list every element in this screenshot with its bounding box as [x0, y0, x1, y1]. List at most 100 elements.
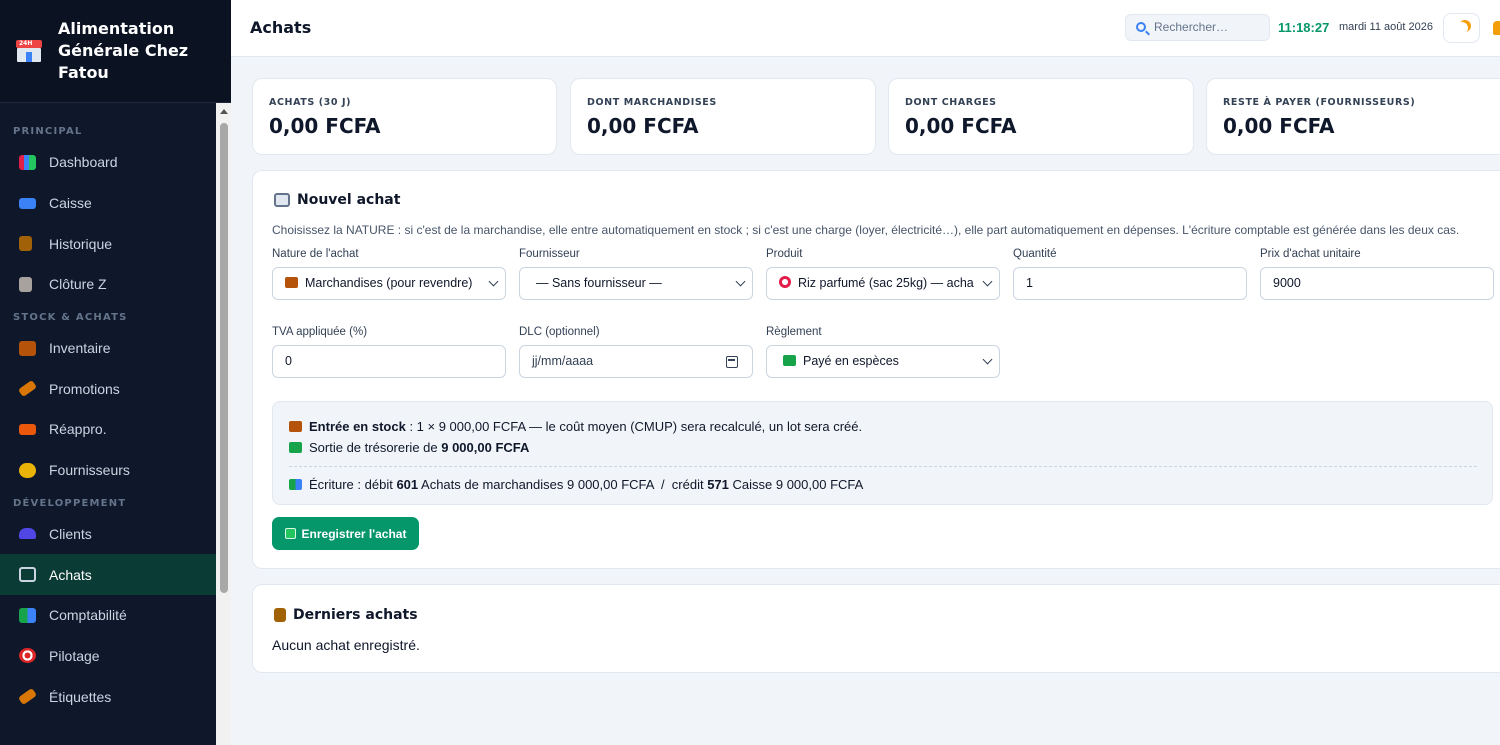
sidebar-item-fournisseurs[interactable]: Fournisseurs: [0, 450, 216, 491]
cart-icon: [19, 567, 36, 583]
stat-value: 0,00 FCFA: [905, 114, 1017, 138]
search-placeholder: Rechercher…: [1154, 20, 1229, 34]
books-icon: [19, 607, 36, 623]
sidebar: 24H Alimentation Générale Chez Fatou PRI…: [0, 0, 231, 745]
books-icon: [289, 479, 302, 490]
chevron-down-icon: [982, 276, 993, 287]
payment-select[interactable]: Payé en espèces: [766, 345, 1000, 378]
save-purchase-button[interactable]: Enregistrer l'achat: [272, 517, 419, 550]
purchase-summary: Entrée en stock : 1 × 9 000,00 FCFA — le…: [272, 401, 1493, 505]
page-title: Achats: [250, 18, 312, 37]
stat-value: 0,00 FCFA: [1223, 114, 1335, 138]
dlc-date-field[interactable]: jj/mm/aaaa: [519, 345, 753, 378]
scroll-up-arrow-icon[interactable]: [220, 109, 228, 114]
summary-divider: [289, 466, 1477, 467]
target-icon: [19, 648, 36, 664]
sidebar-item-caisse[interactable]: Caisse: [0, 183, 216, 224]
vat-label: TVA appliquée (%): [272, 326, 368, 338]
sidebar-item-achats[interactable]: Achats: [0, 554, 216, 595]
supplier-select[interactable]: — Sans fournisseur —: [519, 267, 753, 300]
scrollbar-thumb[interactable]: [220, 123, 228, 593]
dlc-label: DLC (optionnel): [519, 326, 600, 338]
check-icon: [284, 528, 296, 539]
top-header: Achats Rechercher… 11:18:27 mardi 11 aoû…: [231, 0, 1500, 57]
sidebar-nav: PRINCIPAL Dashboard Caisse Historique Cl…: [0, 103, 216, 717]
brand[interactable]: 24H Alimentation Générale Chez Fatou: [0, 0, 231, 103]
stat-label: DONT CHARGES: [905, 97, 997, 108]
chevron-down-icon: [982, 354, 993, 365]
cart-icon: [274, 193, 290, 207]
quantity-label: Quantité: [1013, 248, 1057, 260]
current-date: mardi 11 août 2026: [1339, 21, 1433, 33]
receipt-icon: [19, 276, 32, 292]
store-icon: 24H: [16, 38, 42, 64]
sidebar-item-clients[interactable]: Clients: [0, 514, 216, 555]
unit-price-label: Prix d'achat unitaire: [1260, 248, 1361, 260]
nature-select[interactable]: Marchandises (pour revendre): [272, 267, 506, 300]
stat-card-reste-a-payer: RESTE À PAYER (FOURNISSEURS) 0,00 FCFA: [1206, 78, 1500, 155]
product-select[interactable]: Riz parfumé (sac 25kg) — acha: [766, 267, 1000, 300]
recent-purchases-panel: Derniers achats Aucun achat enregistré.: [252, 584, 1500, 673]
notification-bell-icon[interactable]: [1493, 21, 1500, 35]
sidebar-item-reappro[interactable]: Réappro.: [0, 409, 216, 450]
cash-icon: [783, 355, 796, 366]
product-label: Produit: [766, 248, 803, 260]
sidebar-item-historique[interactable]: Historique: [0, 223, 216, 264]
section-title-principal: PRINCIPAL: [13, 126, 83, 137]
recent-title: Derniers achats: [274, 607, 418, 623]
chevron-down-icon: [735, 276, 746, 287]
handshake-icon: [19, 462, 36, 478]
moon-icon: [1456, 22, 1468, 34]
cash-out-line: Sortie de trésorerie de 9 000,00 FCFA: [289, 440, 529, 455]
accounting-entry-line: Écriture : débit 601 Achats de marchandi…: [289, 477, 863, 492]
stat-label: RESTE À PAYER (FOURNISSEURS): [1223, 97, 1416, 108]
empty-state-text: Aucun achat enregistré.: [272, 637, 420, 653]
payment-label: Règlement: [766, 326, 822, 338]
form-hint: Choisissez la NATURE : si c'est de la ma…: [272, 223, 1460, 237]
section-title-developpement: DÉVELOPPEMENT: [13, 497, 127, 509]
brand-name: Alimentation Générale Chez Fatou: [58, 19, 189, 82]
stat-value: 0,00 FCFA: [587, 114, 699, 138]
sidebar-item-pilotage[interactable]: Pilotage: [0, 636, 216, 677]
stock-entry-line: Entrée en stock : 1 × 9 000,00 FCFA — le…: [289, 419, 862, 434]
users-icon: [19, 528, 36, 540]
cash-icon: [289, 442, 302, 453]
chart-icon: [19, 154, 36, 170]
nature-label: Nature de l'achat: [272, 248, 359, 260]
label-icon: [17, 688, 38, 706]
stat-value: 0,00 FCFA: [269, 114, 381, 138]
supplier-label: Fournisseur: [519, 248, 580, 260]
stat-card-marchandises: DONT MARCHANDISES 0,00 FCFA: [570, 78, 876, 155]
stat-label: ACHATS (30 J): [269, 97, 352, 108]
sidebar-item-dashboard[interactable]: Dashboard: [0, 142, 216, 183]
sidebar-scrollbar[interactable]: [216, 103, 231, 745]
vat-field[interactable]: 0: [272, 345, 506, 378]
quantity-field[interactable]: 1: [1013, 267, 1247, 300]
sidebar-item-cloture-z[interactable]: Clôture Z: [0, 264, 216, 305]
sidebar-item-etiquettes[interactable]: Étiquettes: [0, 676, 216, 717]
clipboard-icon: [19, 236, 32, 252]
credit-card-icon: [19, 197, 36, 209]
sidebar-item-promotions[interactable]: Promotions: [0, 368, 216, 409]
stat-label: DONT MARCHANDISES: [587, 97, 717, 108]
form-title: Nouvel achat: [274, 192, 400, 208]
calendar-icon[interactable]: [726, 356, 738, 368]
tag-icon: [17, 380, 38, 398]
stat-card-achats: ACHATS (30 J) 0,00 FCFA: [252, 78, 557, 155]
search-icon: [1136, 22, 1146, 32]
section-title-stock: STOCK & ACHATS: [13, 311, 128, 323]
sidebar-item-inventaire[interactable]: Inventaire: [0, 328, 216, 369]
rice-icon: [779, 276, 791, 288]
stat-card-charges: DONT CHARGES 0,00 FCFA: [888, 78, 1194, 155]
sidebar-item-comptabilite[interactable]: Comptabilité: [0, 595, 216, 636]
package-icon: [289, 421, 302, 432]
search-input[interactable]: Rechercher…: [1125, 14, 1270, 41]
clock: 11:18:27: [1278, 20, 1330, 35]
unit-price-field[interactable]: 9000: [1260, 267, 1494, 300]
new-purchase-panel: Nouvel achat Choisissez la NATURE : si c…: [252, 170, 1500, 569]
package-icon: [285, 277, 298, 288]
box-icon: [19, 340, 36, 356]
theme-toggle-button[interactable]: [1443, 13, 1480, 43]
chevron-down-icon: [488, 276, 499, 287]
truck-icon: [19, 423, 36, 435]
